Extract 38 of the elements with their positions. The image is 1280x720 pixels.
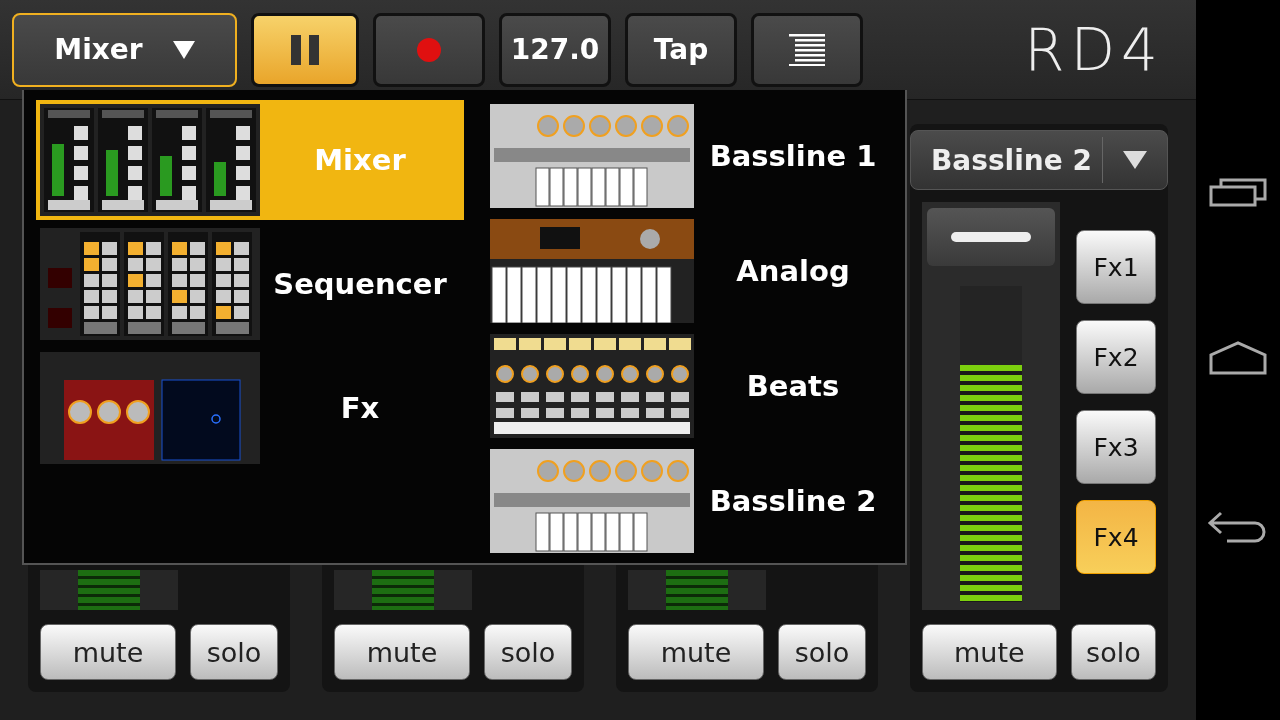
home-icon[interactable] [1209, 341, 1267, 375]
caret-icon [172, 40, 195, 59]
mute-button[interactable]: mute [922, 624, 1057, 680]
fx-button[interactable]: Fx4 [1076, 500, 1156, 574]
section-dropdown[interactable]: Mixer [12, 12, 237, 87]
caret-icon [1123, 151, 1147, 169]
fx-button[interactable]: Fx2 [1076, 320, 1156, 394]
fader-handle[interactable] [927, 208, 1055, 266]
record-button[interactable] [373, 12, 485, 87]
menu-item[interactable]: Analog [486, 215, 896, 327]
level-meter [372, 570, 434, 610]
menu-item[interactable]: Bassline 2 [486, 445, 896, 557]
pause-button[interactable] [251, 12, 359, 87]
tap-button[interactable]: Tap [625, 12, 737, 87]
fx-button[interactable]: Fx1 [1076, 230, 1156, 304]
menu-item[interactable]: Sequencer [36, 224, 464, 344]
mute-button[interactable]: mute [334, 624, 470, 680]
pause-icon [291, 34, 319, 65]
level-meter [666, 570, 728, 610]
menu-item[interactable]: Fx [36, 348, 464, 468]
volume-fader[interactable] [922, 202, 1060, 610]
mute-button[interactable]: mute [40, 624, 176, 680]
record-icon [416, 36, 442, 63]
solo-button[interactable]: solo [778, 624, 866, 680]
fx-button[interactable]: Fx3 [1076, 410, 1156, 484]
solo-button[interactable]: solo [190, 624, 278, 680]
menu-item[interactable]: Beats [486, 330, 896, 442]
recent-apps-icon[interactable] [1209, 177, 1267, 207]
mute-button[interactable]: mute [628, 624, 764, 680]
level-meter [78, 570, 140, 610]
menu-item[interactable]: Bassline 1 [486, 100, 896, 212]
tempo-button[interactable]: 127.0 [499, 12, 611, 87]
app-logo: RD4 [1024, 15, 1164, 84]
solo-button[interactable]: solo [1070, 624, 1156, 680]
menu-icon [789, 33, 825, 66]
menu-button[interactable] [751, 12, 863, 87]
channel-dropdown[interactable]: Bassline 2 [910, 130, 1168, 190]
solo-button[interactable]: solo [484, 624, 572, 680]
